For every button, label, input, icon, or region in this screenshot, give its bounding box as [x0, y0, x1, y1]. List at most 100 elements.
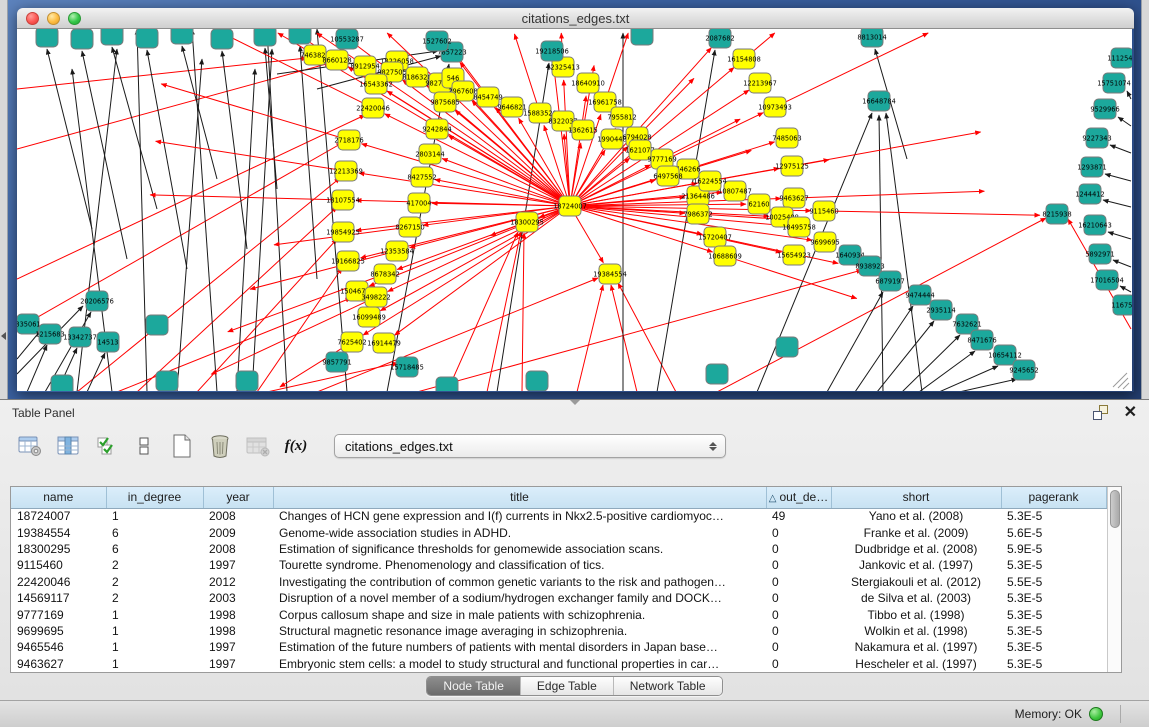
cell-pagerank[interactable]: 5.6E-5 [1001, 524, 1106, 540]
tab-edge-table[interactable]: Edge Table [521, 677, 614, 695]
cell-name[interactable]: 18724007 [11, 508, 106, 524]
cell-out_degree[interactable]: 0 [766, 557, 831, 573]
cell-pagerank[interactable]: 5.3E-5 [1001, 656, 1106, 672]
column-header-pagerank[interactable]: pagerank [1001, 487, 1106, 508]
cell-in_degree[interactable]: 1 [106, 639, 203, 655]
cell-short[interactable]: Nakamura et al. (1997) [831, 639, 1001, 655]
cell-title[interactable]: Investigating the contribution of common… [273, 574, 766, 590]
tab-network-table[interactable]: Network Table [614, 677, 722, 695]
cell-title[interactable]: Disruption of a novel member of a sodium… [273, 590, 766, 606]
cell-short[interactable]: Stergiakouli et al. (2012) [831, 574, 1001, 590]
cell-title[interactable]: Embryonic stem cells: a model to study s… [273, 656, 766, 672]
network-node[interactable]: 8912954 [350, 56, 379, 76]
table-settings-icon[interactable] [16, 432, 44, 460]
cell-name[interactable]: 9115460 [11, 557, 106, 573]
network-node[interactable] [289, 29, 311, 44]
cell-name[interactable]: 22420046 [11, 574, 106, 590]
cell-in_degree[interactable]: 6 [106, 524, 203, 540]
cell-short[interactable]: Wolkin et al. (1998) [831, 623, 1001, 639]
network-node[interactable]: 9242844 [422, 119, 451, 139]
network-node[interactable]: 9529966 [1090, 99, 1119, 119]
cell-short[interactable]: Jankovic et al. (1997) [831, 557, 1001, 573]
cell-year[interactable]: 2003 [203, 590, 273, 606]
table-row[interactable]: 1830029562008Estimation of significance … [11, 541, 1106, 557]
network-node[interactable]: 1244412 [1075, 184, 1104, 204]
network-node[interactable] [211, 29, 233, 49]
cell-pagerank[interactable]: 5.3E-5 [1001, 623, 1106, 639]
network-node[interactable]: 62160 [748, 194, 770, 214]
network-node[interactable]: 19854925 [326, 222, 360, 242]
network-node[interactable]: 2718176 [334, 130, 363, 150]
column-header-in_degree[interactable]: in_degree [106, 487, 203, 508]
cell-pagerank[interactable]: 5.3E-5 [1001, 639, 1106, 655]
cell-year[interactable]: 1998 [203, 606, 273, 622]
network-node[interactable] [136, 29, 158, 48]
zoom-window-button[interactable] [68, 12, 81, 25]
cell-year[interactable]: 2008 [203, 541, 273, 557]
network-node[interactable]: 17016504 [1090, 270, 1124, 290]
column-header-out_degree[interactable]: △out_de… [766, 487, 831, 508]
network-node[interactable]: 2935114 [926, 300, 955, 320]
network-node[interactable]: 417004 [406, 193, 431, 213]
panel-collapse-arrow-icon[interactable] [1, 332, 6, 340]
cell-title[interactable]: Genome-wide association studies in ADHD. [273, 524, 766, 540]
cell-year[interactable]: 1998 [203, 623, 273, 639]
tab-node-table[interactable]: Node Table [427, 677, 521, 695]
cell-name[interactable]: 9465546 [11, 639, 106, 655]
network-node[interactable] [51, 375, 73, 391]
left-panel-edge[interactable] [0, 0, 8, 399]
delete-table-icon[interactable] [244, 432, 272, 460]
network-node[interactable]: 7955812 [607, 107, 636, 127]
table-select-dropdown[interactable]: citations_edges.txt [334, 434, 726, 458]
network-node[interactable]: 9245652 [1009, 360, 1038, 380]
cell-short[interactable]: Franke et al. (2009) [831, 524, 1001, 540]
cell-out_degree[interactable]: 0 [766, 623, 831, 639]
network-node[interactable]: 1112544 [1107, 48, 1132, 68]
right-panel-edge[interactable] [1141, 0, 1149, 399]
network-node[interactable]: 5892971 [1085, 244, 1114, 264]
cell-in_degree[interactable]: 1 [106, 508, 203, 524]
network-node[interactable]: 9646821 [497, 97, 526, 117]
cell-in_degree[interactable]: 1 [106, 623, 203, 639]
cell-year[interactable]: 2009 [203, 524, 273, 540]
network-node[interactable]: 8215938 [1042, 204, 1071, 224]
network-node[interactable] [146, 315, 168, 335]
select-columns-icon[interactable] [92, 432, 120, 460]
close-window-button[interactable] [26, 12, 39, 25]
cell-pagerank[interactable]: 5.3E-5 [1001, 508, 1106, 524]
cell-year[interactable]: 2008 [203, 508, 273, 524]
network-node[interactable] [631, 29, 653, 45]
network-node[interactable] [526, 371, 548, 391]
network-node[interactable]: 12213369 [329, 161, 363, 181]
network-node[interactable]: 9463627 [779, 188, 808, 208]
network-node[interactable]: 7485063 [772, 128, 801, 148]
cell-year[interactable]: 1997 [203, 656, 273, 672]
network-node[interactable]: 8813014 [857, 29, 886, 47]
network-node[interactable]: 9227343 [1082, 128, 1111, 148]
cell-in_degree[interactable]: 6 [106, 541, 203, 557]
network-node[interactable] [776, 337, 798, 357]
network-node[interactable] [706, 364, 728, 384]
cell-short[interactable]: Hescheler et al. (1997) [831, 656, 1001, 672]
cell-title[interactable]: Structural magnetic resonance image aver… [273, 623, 766, 639]
cell-out_degree[interactable]: 0 [766, 656, 831, 672]
cell-short[interactable]: de Silva et al. (2003) [831, 590, 1001, 606]
network-node[interactable] [101, 29, 123, 45]
close-panel-icon[interactable]: ✕ [1124, 405, 1137, 421]
table-row[interactable]: 2242004622012Investigating the contribut… [11, 574, 1106, 590]
network-node[interactable]: 6879197 [875, 271, 904, 291]
network-node[interactable]: 8267150 [395, 217, 424, 237]
table-row[interactable]: 977716911998Corpus callosum shape and si… [11, 606, 1106, 622]
network-node[interactable] [236, 371, 258, 391]
cell-short[interactable]: Dudbridge et al. (2008) [831, 541, 1001, 557]
cell-name[interactable]: 9777169 [11, 606, 106, 622]
delete-rows-icon[interactable] [206, 432, 234, 460]
network-node[interactable]: 12975125 [775, 156, 809, 176]
network-node[interactable]: 9857791 [322, 352, 351, 372]
network-node[interactable]: 1215683 [35, 324, 64, 344]
table-row[interactable]: 1456911722003Disruption of a novel membe… [11, 590, 1106, 606]
cell-short[interactable]: Yano et al. (2008) [831, 508, 1001, 524]
cell-year[interactable]: 1997 [203, 557, 273, 573]
network-node[interactable]: 8471676 [967, 330, 996, 350]
network-node[interactable]: 9875685 [430, 92, 459, 112]
